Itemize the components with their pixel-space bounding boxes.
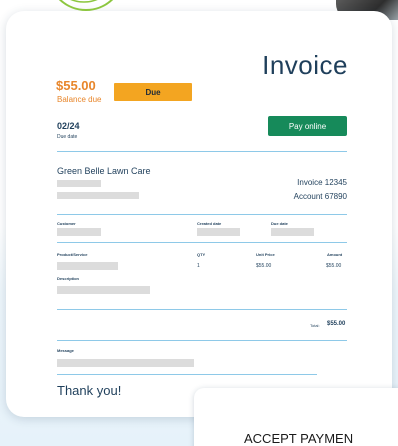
customer-header: Customer (57, 221, 76, 226)
qty-header: QTY (197, 252, 206, 257)
divider (57, 340, 347, 341)
pay-online-button[interactable]: Pay online (268, 116, 347, 136)
created-date-placeholder (197, 228, 240, 236)
description-label: Description (57, 276, 80, 281)
divider (57, 242, 347, 243)
amount-value: $55.00 (326, 263, 342, 269)
due-date-header: Due date (271, 221, 288, 226)
status-badge: Due (114, 83, 192, 101)
divider (57, 151, 347, 152)
account-number: Account 67890 (293, 192, 347, 201)
unit-price-header: Unit Price (256, 252, 275, 257)
divider (57, 374, 317, 375)
divider (57, 309, 347, 310)
product-header: Product/Service (57, 252, 88, 257)
created-date-header: Created date (197, 221, 222, 226)
description-placeholder (57, 286, 150, 294)
accept-payments-heading: ACCEPT PAYMEN (244, 431, 354, 446)
page-title: Invoice (262, 50, 348, 80)
product-placeholder (57, 262, 118, 270)
balance-label: Balance due (57, 95, 102, 104)
total-label: Total: (310, 323, 320, 328)
amount-header: Amount (327, 252, 343, 257)
thank-you-text: Thank you! (57, 383, 122, 398)
invoice-number: Invoice 12345 (297, 178, 347, 187)
total-value: $55.00 (327, 321, 346, 327)
customer-placeholder (57, 228, 101, 236)
address-placeholder (57, 180, 101, 187)
message-label: Message (57, 348, 74, 353)
divider (57, 214, 347, 215)
due-date-label: Due date (57, 134, 78, 140)
address-placeholder (57, 192, 139, 199)
due-date-value: 02/24 (57, 121, 80, 131)
unit-price-value: $55.00 (256, 263, 272, 269)
leaf-logo-icon (38, 0, 132, 24)
qty-value: 1 (197, 263, 200, 269)
business-name: Green Belle Lawn Care (57, 166, 151, 176)
due-date-placeholder (271, 228, 314, 236)
message-placeholder (57, 359, 194, 367)
balance-amount: $55.00 (56, 78, 96, 93)
